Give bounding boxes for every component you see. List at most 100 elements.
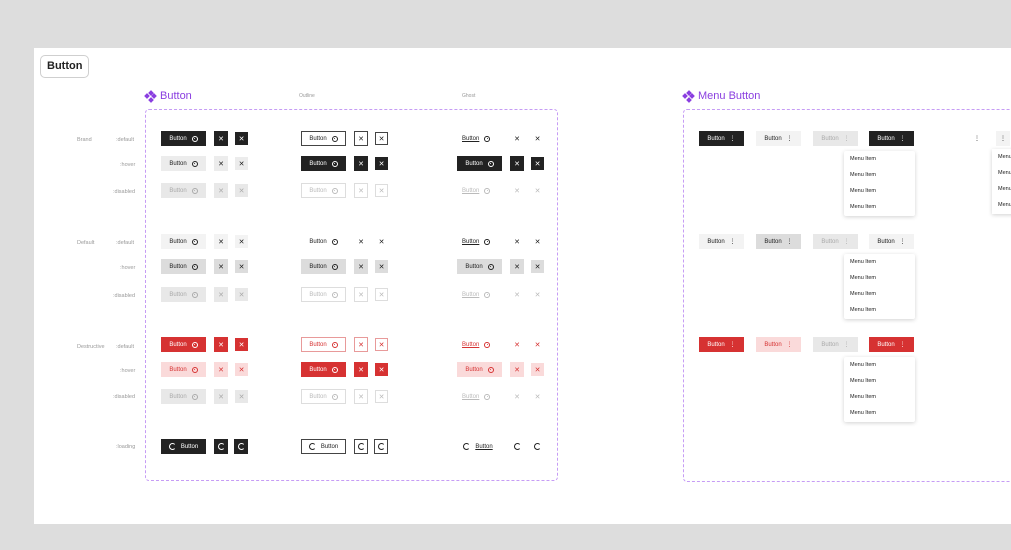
- ghost-icon-button-small[interactable]: ✕: [531, 132, 544, 145]
- default-ghost-button-hover[interactable]: Button: [457, 259, 502, 274]
- destructive-ghost-button-hover[interactable]: Button: [457, 362, 502, 377]
- default-icon-button-hover[interactable]: ✕: [214, 259, 228, 274]
- menu-item[interactable]: Menu Item: [844, 302, 915, 318]
- default-outline-icon-button-small-hover[interactable]: ✕: [375, 260, 388, 273]
- destructive-ghost-icon-button[interactable]: ✕: [510, 337, 524, 352]
- default-outline-icon-button-disabled[interactable]: ✕: [354, 287, 368, 302]
- menu-button-disabled[interactable]: Button ⋮: [813, 131, 858, 146]
- menu-item[interactable]: Menu Item: [844, 286, 915, 302]
- loading-outline-button[interactable]: Button: [301, 439, 346, 454]
- destructive-menu-button-disabled[interactable]: Button ⋮: [813, 337, 858, 352]
- ghost-button-hover[interactable]: Button: [457, 156, 502, 171]
- menu-item[interactable]: Menu: [992, 181, 1011, 197]
- destructive-outline-icon-button-small-disabled[interactable]: ✕: [375, 390, 388, 403]
- destructive-outline-icon-button-hover[interactable]: ✕: [354, 362, 368, 377]
- destructive-outline-button[interactable]: Button: [301, 337, 346, 352]
- loading-icon-button[interactable]: [214, 439, 228, 454]
- destructive-icon-button-small-hover[interactable]: ✕: [235, 363, 248, 376]
- ghost-icon-button-hover[interactable]: ✕: [510, 156, 524, 171]
- destructive-button[interactable]: Button: [161, 337, 206, 352]
- loading-icon-button-small[interactable]: [234, 439, 248, 454]
- brand-icon-button-hover[interactable]: ✕: [214, 156, 228, 171]
- menu-item[interactable]: Menu Item: [844, 373, 915, 389]
- destructive-ghost-icon-button-small-disabled[interactable]: ✕: [531, 390, 544, 403]
- destructive-button-disabled[interactable]: Button: [161, 389, 206, 404]
- menu-item[interactable]: Menu Item: [844, 183, 915, 199]
- outline-button-disabled[interactable]: Button: [301, 183, 346, 198]
- outline-icon-button-small-disabled[interactable]: ✕: [375, 184, 388, 197]
- ghost-icon-button-small-hover[interactable]: ✕: [531, 157, 544, 170]
- loading-ghost-button[interactable]: Button: [461, 439, 495, 454]
- menu-item[interactable]: Menu Item: [844, 405, 915, 421]
- default-menu-button-disabled[interactable]: Button ⋮: [813, 234, 858, 249]
- destructive-outline-button-hover[interactable]: Button: [301, 362, 346, 377]
- outline-icon-button-small[interactable]: ✕: [375, 132, 388, 145]
- destructive-outline-button-disabled[interactable]: Button: [301, 389, 346, 404]
- brand-button-hover[interactable]: Button: [161, 156, 206, 171]
- brand-button-disabled[interactable]: Button: [161, 183, 206, 198]
- destructive-icon-button-hover[interactable]: ✕: [214, 362, 228, 377]
- default-icon-button-small-hover[interactable]: ✕: [235, 260, 248, 273]
- destructive-outline-icon-button-disabled[interactable]: ✕: [354, 389, 368, 404]
- default-menu-button-open[interactable]: Button ⋮: [869, 234, 914, 249]
- loading-ghost-icon-button-small[interactable]: [530, 439, 544, 454]
- default-ghost-icon-button-small-hover[interactable]: ✕: [531, 260, 544, 273]
- destructive-outline-icon-button[interactable]: ✕: [354, 337, 368, 352]
- destructive-ghost-button-disabled[interactable]: Button: [461, 389, 491, 404]
- brand-icon-button[interactable]: ✕: [214, 131, 228, 146]
- menu-icon-button[interactable]: ⋮: [970, 131, 984, 146]
- destructive-ghost-icon-button-small-hover[interactable]: ✕: [531, 363, 544, 376]
- default-menu-button[interactable]: Button ⋮: [699, 234, 744, 249]
- default-ghost-icon-button-hover[interactable]: ✕: [510, 259, 524, 274]
- destructive-ghost-button[interactable]: Button: [461, 337, 491, 352]
- ghost-icon-button[interactable]: ✕: [510, 131, 524, 146]
- default-outline-icon-button[interactable]: ✕: [354, 234, 368, 249]
- default-outline-icon-button-small[interactable]: ✕: [375, 235, 388, 248]
- default-outline-icon-button-hover[interactable]: ✕: [354, 259, 368, 274]
- menu-item[interactable]: Menu Item: [844, 389, 915, 405]
- menu-item[interactable]: Menu Item: [844, 357, 915, 373]
- destructive-menu-button-hover[interactable]: Button ⋮: [756, 337, 801, 352]
- destructive-icon-button-small[interactable]: ✕: [235, 338, 248, 351]
- menu-button-open[interactable]: Button ⋮: [869, 131, 914, 146]
- default-menu-button-hover[interactable]: Button ⋮: [756, 234, 801, 249]
- loading-outline-icon-button-small[interactable]: [374, 439, 388, 454]
- outline-icon-button[interactable]: ✕: [354, 131, 368, 146]
- destructive-ghost-icon-button-hover[interactable]: ✕: [510, 362, 524, 377]
- menu-button-hover[interactable]: Button ⋮: [756, 131, 801, 146]
- default-button[interactable]: Button: [161, 234, 206, 249]
- outline-button[interactable]: Button: [301, 131, 346, 146]
- brand-button[interactable]: Button: [161, 131, 206, 146]
- outline-icon-button-hover[interactable]: ✕: [354, 156, 368, 171]
- destructive-icon-button-small-disabled[interactable]: ✕: [235, 390, 248, 403]
- default-icon-button-small-disabled[interactable]: ✕: [235, 288, 248, 301]
- default-ghost-button-disabled[interactable]: Button: [461, 287, 491, 302]
- default-icon-button-disabled[interactable]: ✕: [214, 287, 228, 302]
- destructive-icon-button[interactable]: ✕: [214, 337, 228, 352]
- default-icon-button[interactable]: ✕: [214, 234, 228, 249]
- default-ghost-icon-button[interactable]: ✕: [510, 234, 524, 249]
- ghost-icon-button-small-disabled[interactable]: ✕: [531, 184, 544, 197]
- menu-item[interactable]: Menu: [992, 197, 1011, 213]
- menu-item[interactable]: Menu Item: [844, 167, 915, 183]
- menu-icon-button-open[interactable]: ⋮: [996, 131, 1010, 146]
- default-ghost-icon-button-small-disabled[interactable]: ✕: [531, 288, 544, 301]
- destructive-menu-button-open[interactable]: Button ⋮: [869, 337, 914, 352]
- default-ghost-icon-button-disabled[interactable]: ✕: [510, 287, 524, 302]
- loading-ghost-icon-button[interactable]: [510, 439, 524, 454]
- menu-button-section-title[interactable]: Menu Button: [682, 89, 760, 103]
- default-ghost-button[interactable]: Button: [461, 234, 491, 249]
- destructive-menu-button[interactable]: Button ⋮: [699, 337, 744, 352]
- menu-item[interactable]: Menu: [992, 165, 1011, 181]
- ghost-button[interactable]: Button: [461, 131, 491, 146]
- destructive-icon-button-disabled[interactable]: ✕: [214, 389, 228, 404]
- menu-item[interactable]: Menu: [992, 149, 1011, 165]
- outline-icon-button-disabled[interactable]: ✕: [354, 183, 368, 198]
- outline-button-hover[interactable]: Button: [301, 156, 346, 171]
- default-button-disabled[interactable]: Button: [161, 287, 206, 302]
- default-ghost-icon-button-small[interactable]: ✕: [531, 235, 544, 248]
- default-outline-button[interactable]: Button: [301, 234, 346, 249]
- menu-item[interactable]: Menu Item: [844, 254, 915, 270]
- destructive-button-hover[interactable]: Button: [161, 362, 206, 377]
- outline-icon-button-small-hover[interactable]: ✕: [375, 157, 388, 170]
